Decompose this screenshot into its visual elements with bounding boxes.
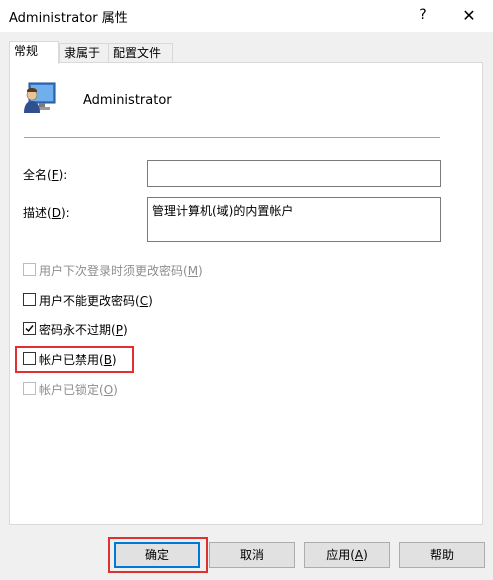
help-button[interactable]: 帮助 [399, 542, 485, 568]
ok-button[interactable]: 确定 [114, 542, 200, 568]
user-icon [24, 82, 56, 113]
user-name: Administrator [83, 93, 172, 108]
window-title: Administrator 属性 [9, 11, 128, 26]
checkbox-box[interactable] [23, 263, 36, 276]
checkbox-box[interactable] [23, 382, 36, 395]
checkbox-label: 用户不能更改密码(C) [39, 294, 153, 308]
cancel-button[interactable]: 取消 [209, 542, 295, 568]
checkmark-icon [25, 325, 34, 333]
tab-profile[interactable]: 配置文件 [108, 43, 173, 63]
checkbox-label: 密码永不过期(P) [39, 323, 128, 337]
checkbox-label: 帐户已锁定(O) [39, 383, 118, 397]
title-bar: Administrator 属性 ? ✕ [0, 0, 493, 32]
fullname-label: 全名(F): [23, 168, 68, 182]
fullname-input[interactable] [147, 160, 441, 187]
tab-general[interactable]: 常规 [9, 41, 59, 64]
help-icon[interactable]: ? [400, 0, 446, 31]
description-input[interactable]: 管理计算机(域)的内置帐户 [147, 197, 441, 242]
highlight-box [15, 346, 134, 373]
description-label: 描述(D): [23, 206, 70, 220]
checkbox-box[interactable] [23, 293, 36, 306]
checkbox-label: 用户下次登录时须更改密码(M) [39, 264, 203, 278]
close-icon[interactable]: ✕ [446, 0, 492, 31]
apply-button[interactable]: 应用(A) [304, 542, 390, 568]
tab-member-of[interactable]: 隶属于 [59, 43, 112, 63]
checkbox-box[interactable] [23, 322, 36, 335]
separator [24, 137, 440, 138]
